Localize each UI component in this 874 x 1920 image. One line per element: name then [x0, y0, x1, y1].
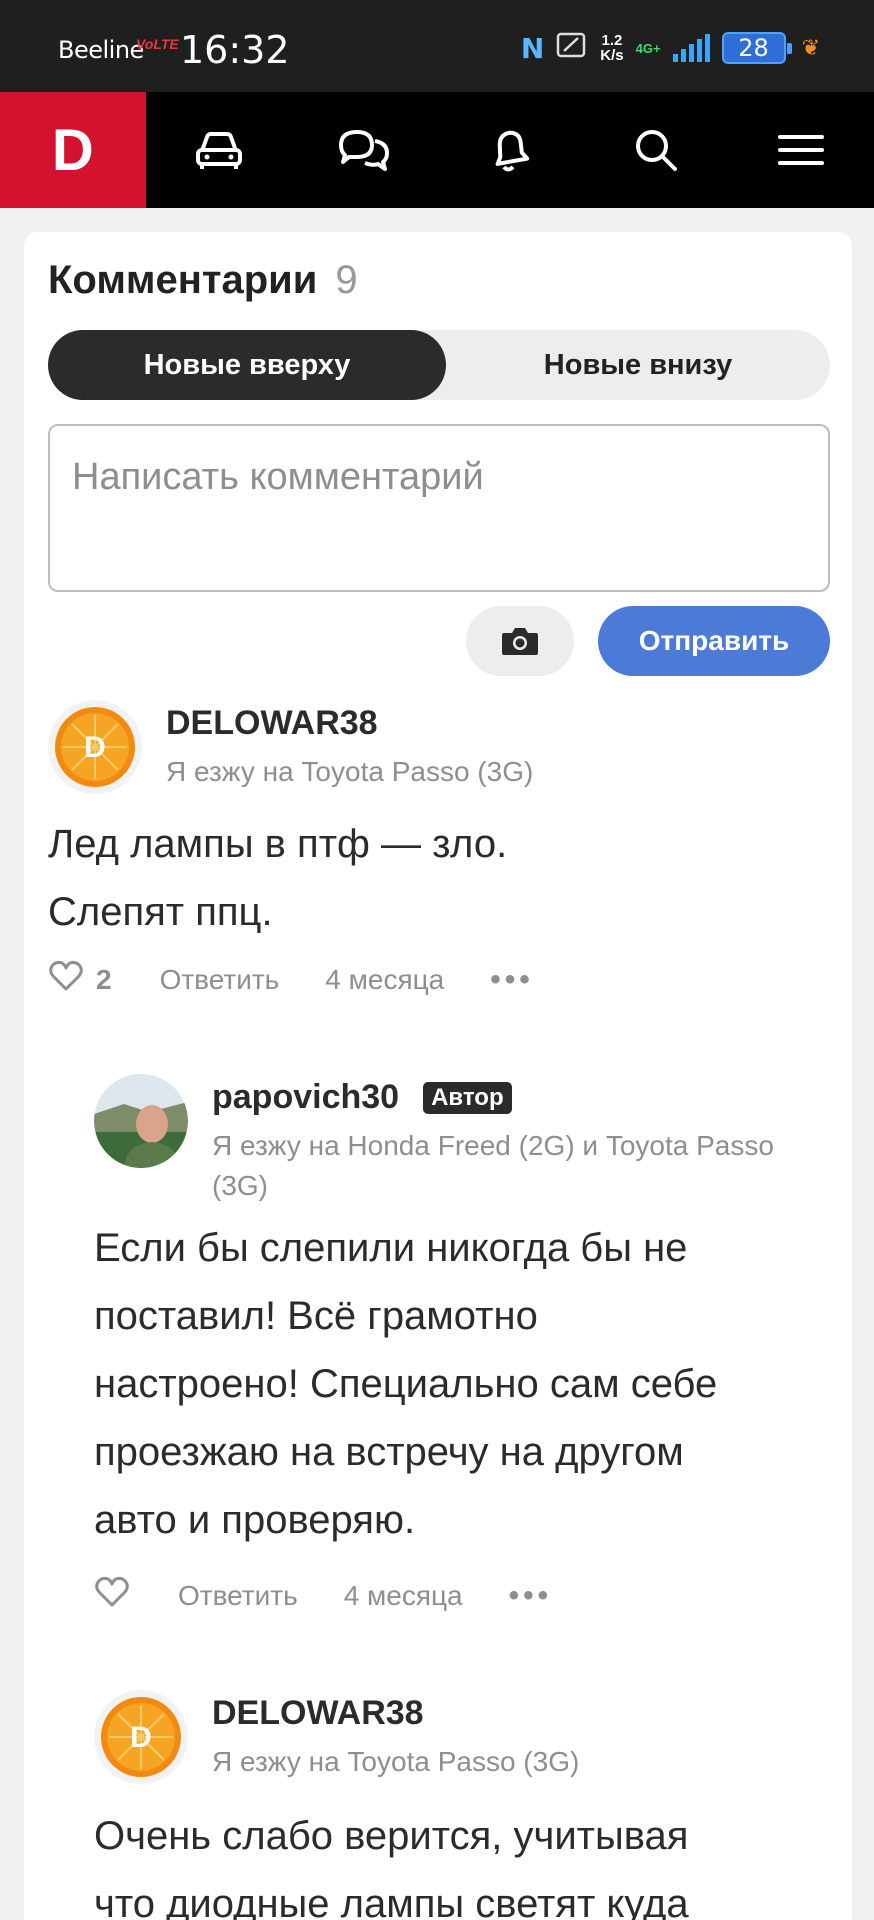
car-icon [195, 132, 242, 169]
comment-text: Лед лампы в птф — зло. Слепят ппц. [48, 822, 508, 934]
drive2-logo[interactable]: D [0, 92, 146, 208]
heart-icon [95, 1576, 129, 1607]
author-cars: Я езжу на Toyota Passo (3G) [166, 756, 534, 787]
sort-newest-last[interactable]: Новые внизу [446, 330, 830, 400]
sort-newest-first[interactable]: Новые вверху [48, 330, 446, 400]
reply-button[interactable]: Ответить [178, 1580, 298, 1612]
send-button[interactable]: Отправить [598, 606, 830, 676]
comment-input[interactable]: Написать комментарий [48, 424, 830, 592]
comment: D DELOWAR38 Я езжу на Toyota Passo (3G) … [48, 700, 830, 1000]
more-options-button[interactable]: ••• [509, 1579, 553, 1613]
author-name[interactable]: DELOWAR38 [212, 1694, 424, 1733]
avatar[interactable]: D [48, 700, 142, 794]
battery-icon: 28 [721, 32, 792, 64]
nav-messages[interactable] [291, 92, 437, 208]
like-button[interactable] [94, 1576, 130, 1615]
comments-card: Комментарии 9 Новые вверху Новые внизу Н… [24, 232, 852, 1920]
comment-text: Если бы слепили никогда бы не поставил! … [94, 1226, 718, 1542]
carrier-name: Beeline [58, 36, 144, 64]
avatar[interactable] [94, 1074, 188, 1168]
svg-text:D: D [84, 731, 106, 764]
app-header: D [0, 92, 874, 208]
search-icon [635, 130, 677, 171]
status-icons: N 1.2 K/s 4G+ 28 ❦ [521, 30, 820, 66]
comment-actions: 2 Ответить 4 месяца ••• [48, 960, 534, 999]
comments-header: Комментарии 9 [48, 258, 358, 303]
comment-time: 4 месяца [325, 963, 445, 995]
comment-time: 4 месяца [343, 1579, 463, 1611]
reply-button[interactable]: Ответить [160, 964, 280, 996]
status-bar: Beeline VoLTE 16:32 N 1.2 K/s 4G+ 28 ❦ [0, 0, 874, 92]
avatar[interactable]: D [94, 1690, 188, 1784]
author-cars: Я езжу на Toyota Passo (3G) [212, 1746, 580, 1777]
nav-garage[interactable] [146, 92, 292, 208]
attach-photo-button[interactable] [466, 606, 574, 676]
comments-title: Комментарии [48, 258, 318, 302]
nav-menu[interactable] [728, 92, 874, 208]
like-button[interactable] [48, 960, 84, 999]
author-name[interactable]: DELOWAR38 [166, 704, 378, 743]
camera-icon [502, 628, 538, 655]
menu-icon [778, 135, 825, 165]
clock: 16:32 [180, 28, 290, 72]
chat-icon [339, 130, 390, 171]
author-cars: Я езжу на Honda Freed (2G) и Toyota Pass… [212, 1130, 774, 1201]
more-options-button[interactable]: ••• [490, 963, 534, 997]
nav-notifications[interactable] [437, 92, 583, 208]
nav-search[interactable] [583, 92, 729, 208]
bell-icon [495, 130, 530, 172]
comment-reply: D DELOWAR38 Я езжу на Toyota Passo (3G) … [94, 1690, 830, 1920]
like-count: 2 [96, 963, 112, 995]
nfc-icon: N [520, 31, 545, 65]
comment-reply: papovich30 Автор Я езжу на Honda Freed (… [94, 1074, 830, 1674]
leaf-icon: ❦ [801, 35, 820, 60]
net-speed: 1.2 K/s [600, 32, 624, 64]
comment-text: Очень слабо верится, учитывая что диодны… [94, 1814, 689, 1920]
sort-toggle: Новые вверху Новые внизу [48, 330, 830, 400]
signal-icon [672, 34, 710, 62]
volte-icon: VoLTE [136, 36, 179, 52]
network-type: 4G+ [635, 40, 661, 56]
author-name[interactable]: papovich30 Автор [212, 1078, 512, 1117]
screen-record-icon [556, 31, 588, 66]
svg-text:D: D [130, 1721, 152, 1754]
comment-actions: Ответить 4 месяца ••• [94, 1576, 552, 1615]
comments-count: 9 [335, 258, 358, 302]
heart-icon [49, 960, 83, 991]
author-badge: Автор [423, 1081, 512, 1114]
